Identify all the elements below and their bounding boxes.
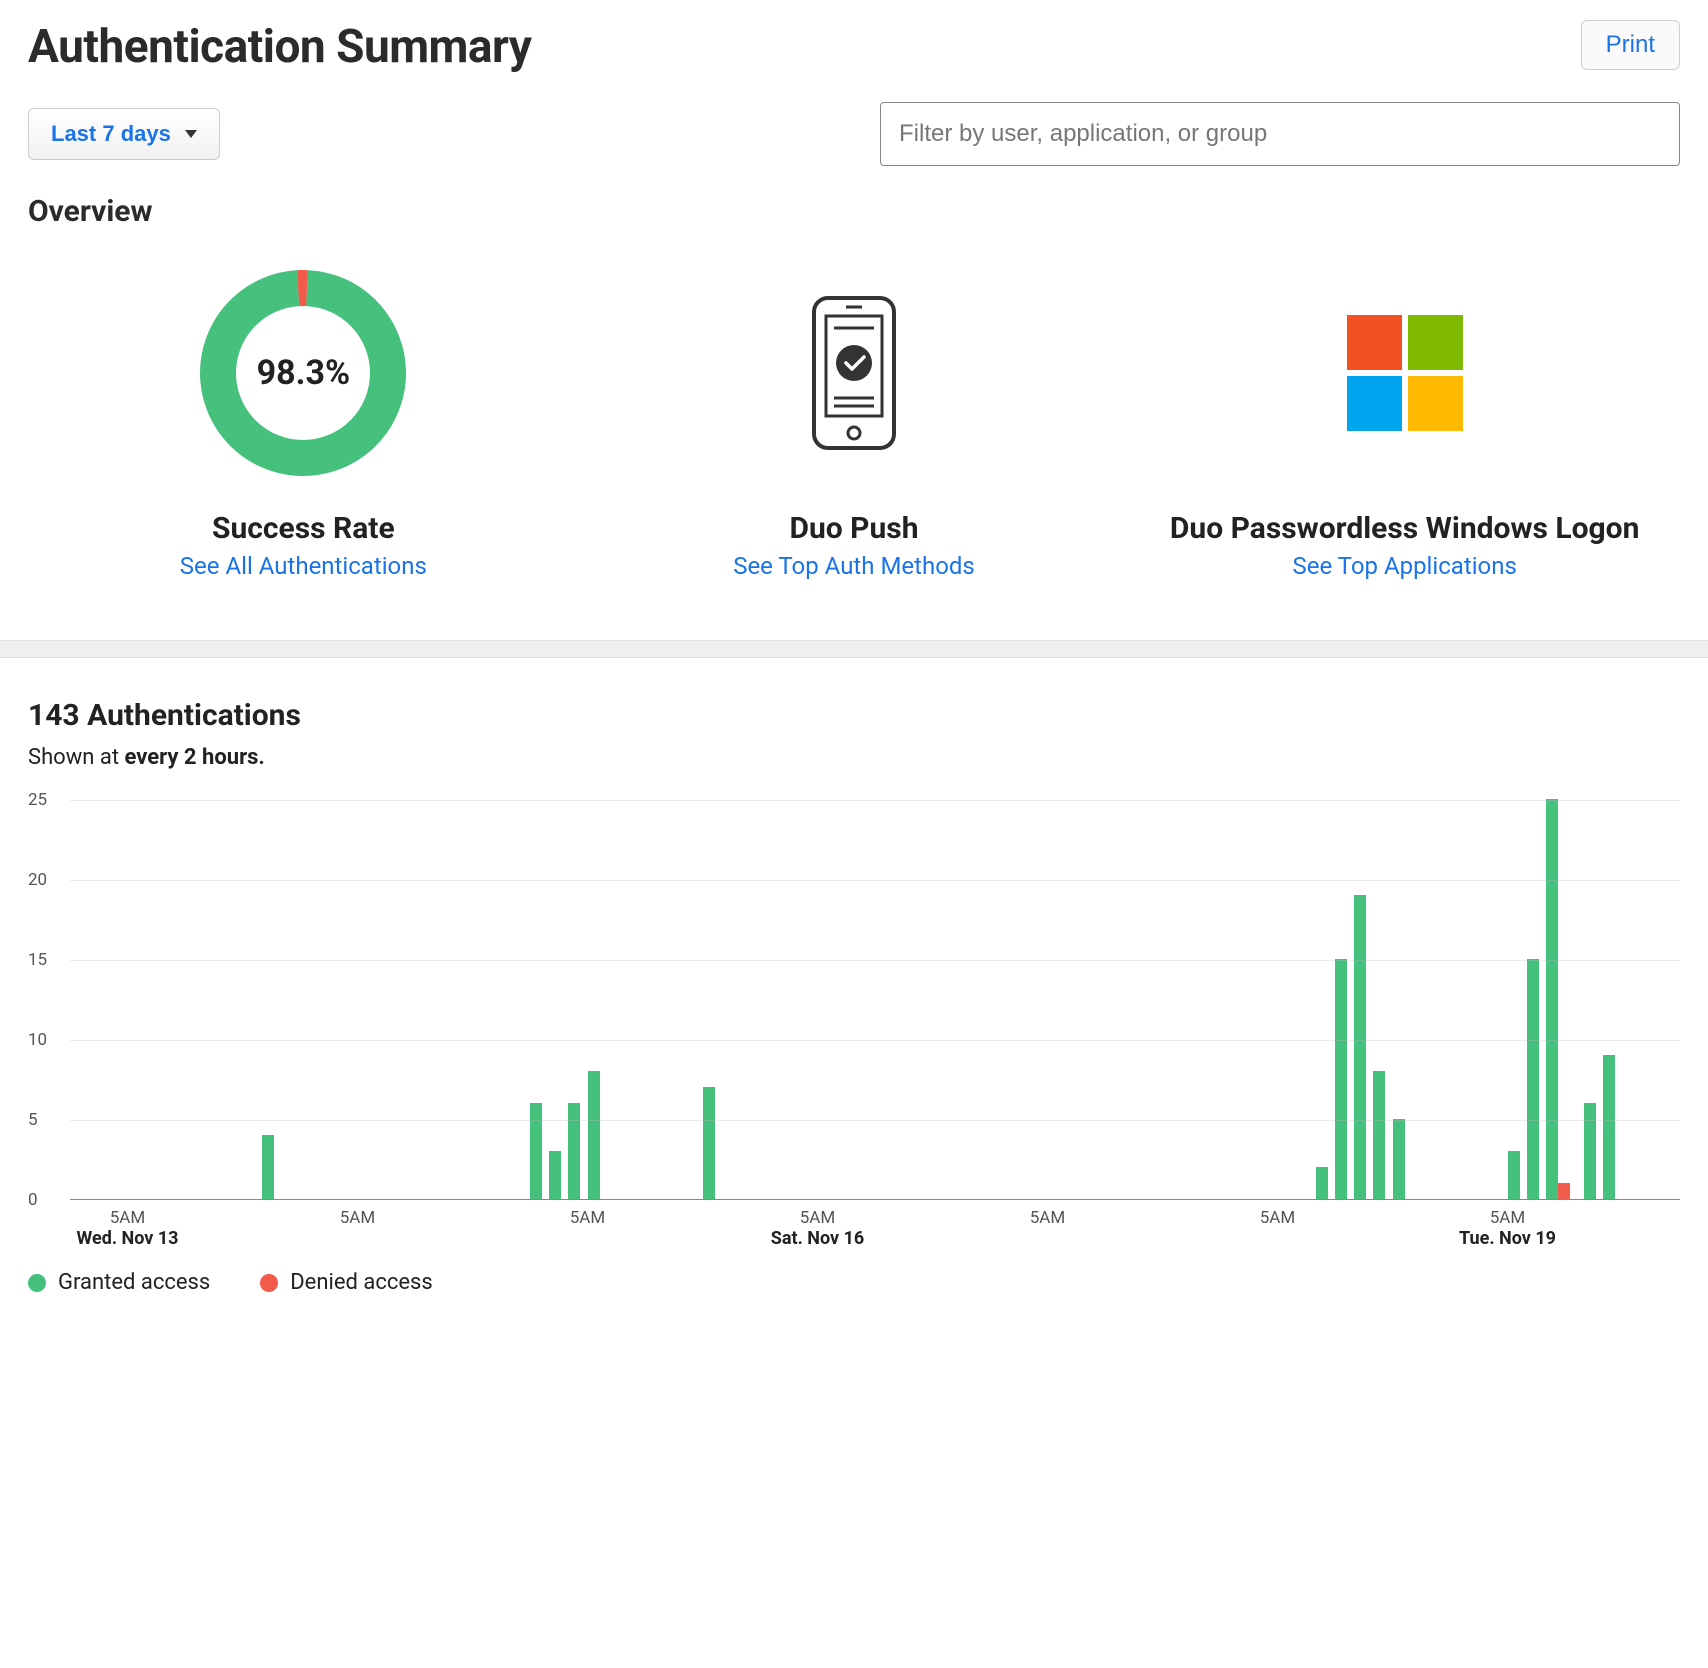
auth-count-heading: 143 Authentications — [28, 698, 1680, 733]
bar-granted — [703, 1087, 715, 1199]
bar-denied — [1558, 1183, 1570, 1199]
legend-denied: Denied access — [260, 1270, 433, 1295]
y-tick: 15 — [28, 950, 47, 970]
x-tick: 5AM — [570, 1208, 606, 1228]
chevron-down-icon — [185, 130, 197, 138]
card-title: Duo Passwordless Windows Logon — [1129, 511, 1680, 546]
chart-legend: Granted access Denied access — [28, 1270, 1680, 1295]
section-divider — [0, 640, 1708, 658]
bar-granted — [1393, 1119, 1405, 1199]
bar-granted — [568, 1103, 580, 1199]
x-tick: 5AMWed. Nov 13 — [77, 1208, 179, 1249]
bar-granted — [588, 1071, 600, 1199]
x-tick: 5AM — [1260, 1208, 1296, 1228]
interval-text: Shown at every 2 hours. — [28, 745, 1680, 770]
see-top-auth-methods-link[interactable]: See Top Auth Methods — [733, 552, 975, 580]
overview-row: 98.3% Success Rate See All Authenticatio… — [28, 253, 1680, 580]
bar-granted — [1508, 1151, 1520, 1199]
y-tick: 20 — [28, 870, 47, 890]
see-top-applications-link[interactable]: See Top Applications — [1292, 552, 1516, 580]
bar-granted — [1546, 799, 1558, 1199]
x-tick: 5AM — [1030, 1208, 1066, 1228]
card-title: Success Rate — [28, 511, 579, 546]
bar-granted — [1373, 1071, 1385, 1199]
filter-input[interactable] — [880, 102, 1680, 166]
see-all-authentications-link[interactable]: See All Authentications — [180, 552, 427, 580]
phone-checkmark-icon — [804, 293, 904, 453]
bar-granted — [530, 1103, 542, 1199]
bar-granted — [1603, 1055, 1615, 1199]
bar-granted — [549, 1151, 561, 1199]
x-tick: 5AM — [340, 1208, 376, 1228]
success-rate-value: 98.3% — [257, 353, 351, 393]
card-duo-push: Duo Push See Top Auth Methods — [579, 253, 1130, 580]
card-success-rate: 98.3% Success Rate See All Authenticatio… — [28, 253, 579, 580]
bar-granted — [1584, 1103, 1596, 1199]
bar-granted — [1354, 895, 1366, 1199]
card-title: Duo Push — [579, 511, 1130, 546]
print-button[interactable]: Print — [1581, 20, 1680, 70]
legend-granted: Granted access — [28, 1270, 210, 1295]
auth-chart: 0510152025 5AMWed. Nov 135AM5AM5AMSat. N… — [28, 800, 1680, 1240]
bar-granted — [1335, 959, 1347, 1199]
bar-granted — [1316, 1167, 1328, 1199]
date-range-dropdown[interactable]: Last 7 days — [28, 108, 220, 160]
x-tick: 5AMTue. Nov 19 — [1459, 1208, 1556, 1249]
card-windows-logon: Duo Passwordless Windows Logon See Top A… — [1129, 253, 1680, 580]
bar-granted — [262, 1135, 274, 1199]
microsoft-logo-icon — [1347, 315, 1463, 431]
y-tick: 25 — [28, 790, 47, 810]
y-tick: 5 — [28, 1110, 38, 1130]
y-tick: 0 — [28, 1190, 38, 1210]
overview-heading: Overview — [28, 194, 1680, 229]
date-range-label: Last 7 days — [51, 121, 171, 147]
y-tick: 10 — [28, 1030, 47, 1050]
x-tick: 5AMSat. Nov 16 — [771, 1208, 864, 1249]
success-rate-donut-icon: 98.3% — [193, 263, 413, 483]
page-title: Authentication Summary — [28, 20, 531, 74]
bar-granted — [1527, 959, 1539, 1199]
